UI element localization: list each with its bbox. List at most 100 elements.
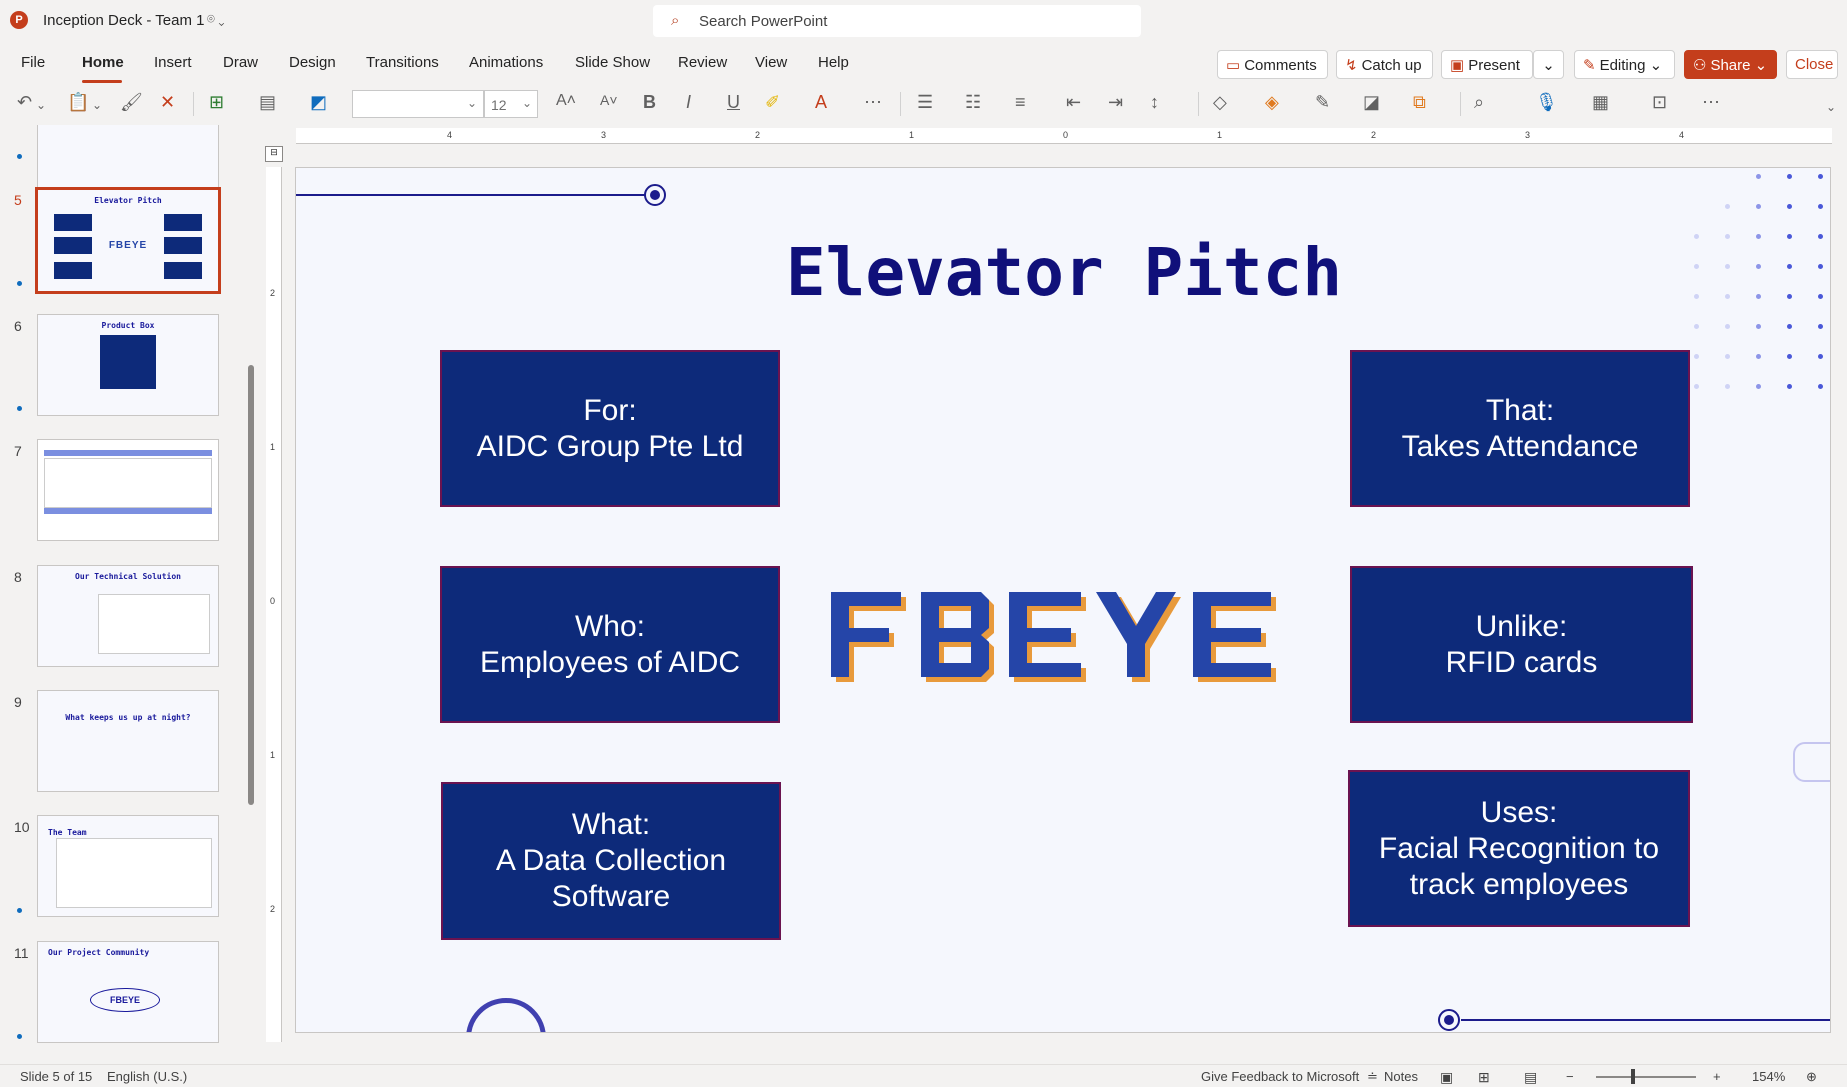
layout-icon[interactable]: ▤	[259, 92, 276, 113]
present-dropdown-button[interactable]: ⌄	[1533, 50, 1564, 79]
slide-title[interactable]: Elevator Pitch	[296, 234, 1830, 311]
feedback-link[interactable]: Give Feedback to Microsoft	[1201, 1069, 1359, 1084]
zoom-slider[interactable]	[1596, 1076, 1696, 1078]
share-button[interactable]: ⚇ Share ⌄	[1684, 50, 1777, 79]
notes-button[interactable]: Notes	[1384, 1069, 1418, 1084]
fbeye-logo[interactable]	[831, 592, 1281, 682]
slide-thumbnail-5[interactable]: Elevator Pitch FBEYE	[35, 187, 221, 294]
thumbnail-scrollbar[interactable]	[248, 365, 254, 805]
pitch-box-what[interactable]: What: A Data Collection Software	[441, 782, 781, 940]
find-icon[interactable]: ⌕	[1474, 92, 1484, 113]
outline-icon[interactable]: ✎	[1315, 92, 1330, 113]
chevron-down-icon[interactable]: ⌄	[36, 98, 46, 112]
line-spacing-icon[interactable]: ↕	[1150, 92, 1159, 113]
format-painter-icon[interactable]: 🖌	[120, 92, 143, 113]
box-text: Employees of AIDC	[479, 645, 741, 679]
shape-fill-icon[interactable]: ◩	[310, 92, 327, 113]
zoom-out-icon[interactable]: −	[1566, 1069, 1574, 1084]
language-indicator[interactable]: English (U.S.)	[107, 1069, 187, 1084]
chevron-down-icon[interactable]: ⌄	[92, 98, 102, 112]
bold-icon[interactable]: B	[643, 92, 656, 113]
zoom-slider-thumb[interactable]	[1631, 1069, 1635, 1084]
ruler-number: 3	[1525, 130, 1531, 140]
chevron-down-icon: ⌄	[1649, 57, 1663, 74]
decrease-font-icon[interactable]: A˅	[600, 92, 618, 108]
slide-thumbnail-10[interactable]: The Team	[37, 815, 219, 917]
ruler-toggle-icon[interactable]: ⊟	[265, 146, 283, 162]
decorative-dot	[1756, 204, 1761, 209]
tab-review[interactable]: Review	[678, 54, 727, 71]
expand-ribbon-icon[interactable]: ⌄	[1826, 100, 1836, 114]
slide-thumbnail-6[interactable]: Product Box	[37, 314, 219, 416]
tab-animations[interactable]: Animations	[469, 54, 543, 71]
present-button[interactable]: ▣ Present	[1441, 50, 1533, 79]
effects-icon[interactable]: ◪	[1363, 92, 1380, 113]
document-status-icons[interactable]: ⌾ ⌄	[207, 11, 225, 27]
slide-canvas[interactable]: Elevator Pitch For: AIDC Group Pte Ltd W…	[295, 167, 1831, 1033]
new-slide-icon[interactable]: ⊞	[209, 92, 224, 113]
slide-thumbnail-11[interactable]: Our Project Community FBEYE	[37, 941, 219, 1043]
paste-icon[interactable]: 📋	[67, 92, 89, 113]
zoom-level[interactable]: 154%	[1752, 1069, 1785, 1084]
tab-insert[interactable]: Insert	[154, 54, 192, 71]
pitch-box-for[interactable]: For: AIDC Group Pte Ltd	[440, 350, 780, 507]
pitch-box-uses[interactable]: Uses: Facial Recognition to track employ…	[1348, 770, 1690, 927]
normal-view-icon[interactable]: ▣	[1440, 1069, 1453, 1086]
shapes-icon[interactable]: ◇	[1213, 92, 1227, 113]
increase-indent-icon[interactable]: ⇥	[1108, 92, 1123, 113]
notes-icon[interactable]: ≐	[1367, 1069, 1378, 1085]
zoom-in-icon[interactable]: +	[1713, 1069, 1721, 1084]
fit-slide-icon[interactable]: ⊕	[1806, 1069, 1817, 1085]
ruler-number: 1	[270, 442, 276, 452]
close-button[interactable]: Close	[1786, 50, 1838, 79]
increase-font-icon[interactable]: A˄	[556, 92, 576, 110]
tab-help[interactable]: Help	[818, 54, 849, 71]
tab-transitions[interactable]: Transitions	[366, 54, 439, 71]
comments-button[interactable]: ▭ Comments	[1217, 50, 1328, 79]
underline-icon[interactable]: U	[727, 92, 740, 113]
pitch-box-who[interactable]: Who: Employees of AIDC	[440, 566, 780, 723]
catch-up-button[interactable]: ↯ Catch up	[1336, 50, 1433, 79]
reading-view-icon[interactable]: ▤	[1524, 1069, 1537, 1086]
font-family-select[interactable]: ⌄	[352, 90, 484, 118]
font-color-icon[interactable]: A	[815, 92, 827, 113]
slide-thumbnail-8[interactable]: Our Technical Solution	[37, 565, 219, 667]
decorative-circle	[644, 184, 666, 206]
slide-thumbnail-9[interactable]: What keeps us up at night?	[37, 690, 219, 792]
more-icon[interactable]: ⋯	[864, 92, 882, 113]
pitch-box-unlike[interactable]: Unlike: RFID cards	[1350, 566, 1693, 723]
add-in-icon[interactable]: ⊡	[1652, 92, 1667, 113]
decrease-indent-icon[interactable]: ⇤	[1066, 92, 1081, 113]
editing-mode-button[interactable]: ✎ Editing ⌄	[1574, 50, 1675, 79]
document-title[interactable]: Inception Deck - Team 1	[43, 12, 204, 29]
tab-slide-show[interactable]: Slide Show	[575, 54, 650, 71]
highlight-icon[interactable]: ✐	[765, 92, 780, 113]
tab-draw[interactable]: Draw	[223, 54, 258, 71]
separator	[193, 92, 194, 116]
tab-view[interactable]: View	[755, 54, 787, 71]
catch-up-label: Catch up	[1361, 57, 1422, 74]
fill-icon[interactable]: ◈	[1265, 92, 1279, 113]
tab-file[interactable]: File	[21, 54, 45, 71]
thumbnail-number: 10	[14, 819, 30, 835]
dictate-icon[interactable]: 🎙	[1535, 92, 1558, 113]
box-text: Software	[551, 880, 671, 913]
thumbnail-title: The Team	[48, 828, 87, 837]
tab-home[interactable]: Home	[82, 54, 124, 71]
bullets-icon[interactable]: ☰	[917, 92, 933, 113]
search-input[interactable]: ⌕ Search PowerPoint	[653, 5, 1141, 37]
tab-design[interactable]: Design	[289, 54, 336, 71]
numbering-icon[interactable]: ☷	[965, 92, 981, 113]
decorative-dot	[1818, 204, 1823, 209]
slide-thumbnail-7[interactable]	[37, 439, 219, 541]
slide-sorter-icon[interactable]: ⊞	[1478, 1069, 1490, 1086]
clear-icon[interactable]: ✕	[160, 92, 175, 113]
arrange-icon[interactable]: ⧉	[1413, 92, 1426, 113]
undo-icon[interactable]: ↶	[17, 92, 32, 113]
pitch-box-that[interactable]: That: Takes Attendance	[1350, 350, 1690, 507]
designer-icon[interactable]: ▦	[1592, 92, 1609, 113]
font-size-select[interactable]: 12 ⌄	[484, 90, 538, 118]
more-options-icon[interactable]: ⋯	[1702, 92, 1720, 113]
align-icon[interactable]: ≡	[1015, 92, 1026, 113]
italic-icon[interactable]: I	[686, 92, 691, 113]
